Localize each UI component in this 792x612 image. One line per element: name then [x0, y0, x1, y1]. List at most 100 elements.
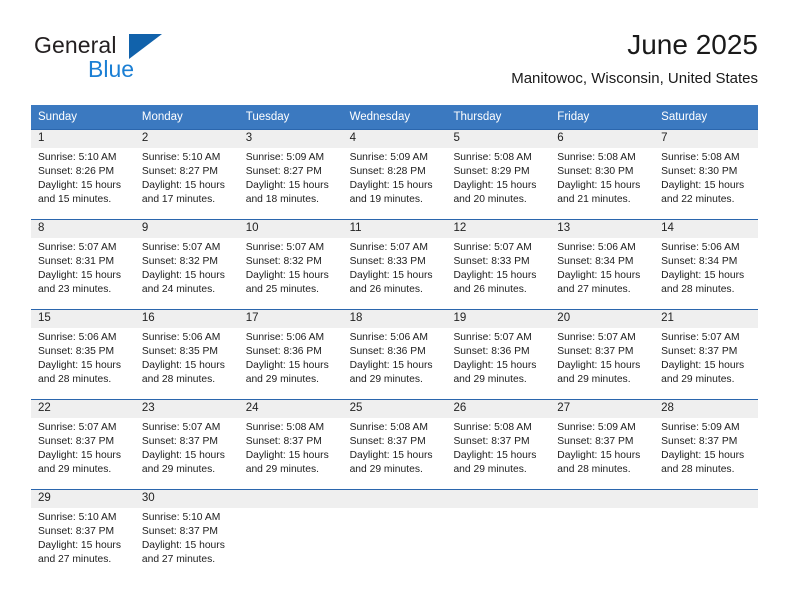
calendar-day-cell[interactable]: 29 Sunrise: 5:10 AM Sunset: 8:37 PM Dayl…	[31, 490, 135, 579]
daylight-text-line2: and 25 minutes.	[245, 284, 319, 295]
daylight-text-line1: Daylight: 15 hours	[349, 360, 433, 371]
general-blue-logo[interactable]: General Blue	[34, 32, 234, 88]
calendar-day-cell[interactable]: 2 Sunrise: 5:10 AM Sunset: 8:27 PM Dayli…	[135, 130, 239, 219]
daylight-text-line1: Daylight: 15 hours	[661, 180, 745, 191]
daylight-text-line2: and 17 minutes.	[141, 194, 216, 205]
sunset-text: Sunset: 8:37 PM	[245, 436, 322, 447]
day-details: Sunrise: 5:06 AM Sunset: 8:36 PM Dayligh…	[246, 331, 339, 387]
sunrise-text: Sunrise: 5:09 AM	[557, 422, 636, 433]
calendar-day-cell[interactable]: 21 Sunrise: 5:07 AM Sunset: 8:37 PM Dayl…	[654, 310, 758, 399]
calendar-week-row: 15 Sunrise: 5:06 AM Sunset: 8:35 PM Dayl…	[31, 309, 758, 399]
sunrise-text: Sunrise: 5:08 AM	[453, 152, 532, 163]
day-number: 4	[349, 132, 356, 144]
sunset-text: Sunset: 8:36 PM	[245, 346, 322, 357]
day-number: 28	[661, 402, 674, 414]
daylight-text-line1: Daylight: 15 hours	[141, 180, 225, 191]
day-details: Sunrise: 5:06 AM Sunset: 8:34 PM Dayligh…	[557, 241, 650, 297]
sunrise-text: Sunrise: 5:08 AM	[349, 422, 428, 433]
calendar-day-cell-empty	[343, 490, 447, 579]
calendar-week-row: 22 Sunrise: 5:07 AM Sunset: 8:37 PM Dayl…	[31, 399, 758, 489]
daylight-text-line2: and 27 minutes.	[141, 554, 216, 565]
day-details: Sunrise: 5:09 AM Sunset: 8:37 PM Dayligh…	[557, 421, 650, 477]
calendar-day-cell[interactable]: 10 Sunrise: 5:07 AM Sunset: 8:32 PM Dayl…	[239, 220, 343, 309]
daylight-text-line2: and 29 minutes.	[38, 464, 112, 475]
day-number: 2	[141, 132, 149, 144]
day-details: Sunrise: 5:08 AM Sunset: 8:37 PM Dayligh…	[350, 421, 443, 477]
sunset-text: Sunset: 8:37 PM	[557, 436, 634, 447]
sunset-text: Sunset: 8:37 PM	[141, 526, 218, 537]
day-number: 16	[141, 312, 155, 324]
day-number: 30	[141, 492, 155, 504]
day-details: Sunrise: 5:07 AM Sunset: 8:37 PM Dayligh…	[661, 331, 754, 387]
calendar-day-cell[interactable]: 23 Sunrise: 5:07 AM Sunset: 8:37 PM Dayl…	[135, 400, 239, 489]
calendar-day-cell[interactable]: 5 Sunrise: 5:08 AM Sunset: 8:29 PM Dayli…	[446, 130, 550, 219]
calendar-day-cell[interactable]: 6 Sunrise: 5:08 AM Sunset: 8:30 PM Dayli…	[550, 130, 654, 219]
sunset-text: Sunset: 8:35 PM	[38, 346, 115, 357]
calendar-day-cell[interactable]: 15 Sunrise: 5:06 AM Sunset: 8:35 PM Dayl…	[31, 310, 135, 399]
sunset-text: Sunset: 8:27 PM	[245, 166, 322, 177]
day-number: 8	[38, 222, 45, 234]
day-number: 9	[141, 222, 149, 234]
day-details: Sunrise: 5:06 AM Sunset: 8:36 PM Dayligh…	[350, 331, 443, 387]
daylight-text-line2: and 23 minutes.	[38, 284, 112, 295]
daylight-text-line2: and 29 minutes.	[141, 464, 216, 475]
day-number: 3	[245, 132, 253, 144]
calendar-day-cell[interactable]: 4 Sunrise: 5:09 AM Sunset: 8:28 PM Dayli…	[343, 130, 447, 219]
daylight-text-line1: Daylight: 15 hours	[245, 180, 329, 191]
day-number	[557, 490, 650, 508]
sunset-text: Sunset: 8:36 PM	[453, 346, 530, 357]
calendar-day-cell[interactable]: 16 Sunrise: 5:06 AM Sunset: 8:35 PM Dayl…	[135, 310, 239, 399]
calendar-week-row: 1 Sunrise: 5:10 AM Sunset: 8:26 PM Dayli…	[31, 129, 758, 219]
daylight-text-line1: Daylight: 15 hours	[141, 540, 225, 551]
day-number	[453, 490, 546, 508]
sunrise-text: Sunrise: 5:07 AM	[141, 422, 221, 433]
day-details: Sunrise: 5:10 AM Sunset: 8:26 PM Dayligh…	[38, 151, 131, 207]
daylight-text-line1: Daylight: 15 hours	[349, 450, 433, 461]
calendar-day-cell[interactable]: 27 Sunrise: 5:09 AM Sunset: 8:37 PM Dayl…	[550, 400, 654, 489]
calendar-day-cell[interactable]: 8 Sunrise: 5:07 AM Sunset: 8:31 PM Dayli…	[31, 220, 135, 309]
calendar-day-cell[interactable]: 30 Sunrise: 5:10 AM Sunset: 8:37 PM Dayl…	[135, 490, 239, 579]
calendar-day-cell[interactable]: 11 Sunrise: 5:07 AM Sunset: 8:33 PM Dayl…	[343, 220, 447, 309]
calendar-day-cell[interactable]: 7 Sunrise: 5:08 AM Sunset: 8:30 PM Dayli…	[654, 130, 758, 219]
calendar-day-cell[interactable]: 25 Sunrise: 5:08 AM Sunset: 8:37 PM Dayl…	[343, 400, 447, 489]
calendar-day-cell[interactable]: 24 Sunrise: 5:08 AM Sunset: 8:37 PM Dayl…	[239, 400, 343, 489]
calendar-day-cell[interactable]: 18 Sunrise: 5:06 AM Sunset: 8:36 PM Dayl…	[343, 310, 447, 399]
day-details: Sunrise: 5:07 AM Sunset: 8:33 PM Dayligh…	[350, 241, 443, 297]
daylight-text-line1: Daylight: 15 hours	[38, 540, 121, 551]
day-number: 20	[557, 312, 571, 324]
sunset-text: Sunset: 8:36 PM	[349, 346, 426, 357]
daylight-text-line1: Daylight: 15 hours	[661, 360, 745, 371]
calendar-day-cell[interactable]: 28 Sunrise: 5:09 AM Sunset: 8:37 PM Dayl…	[654, 400, 758, 489]
title-block: June 2025 Manitowoc, Wisconsin, United S…	[511, 28, 758, 88]
day-number: 1	[38, 132, 45, 144]
daylight-text-line2: and 15 minutes.	[38, 194, 112, 205]
sunset-text: Sunset: 8:32 PM	[141, 256, 218, 267]
day-number	[246, 490, 339, 508]
calendar-day-cell[interactable]: 22 Sunrise: 5:07 AM Sunset: 8:37 PM Dayl…	[31, 400, 135, 489]
calendar-day-cell[interactable]: 26 Sunrise: 5:08 AM Sunset: 8:37 PM Dayl…	[446, 400, 550, 489]
daylight-text-line2: and 22 minutes.	[661, 194, 735, 205]
day-number: 26	[453, 402, 467, 414]
day-details: Sunrise: 5:08 AM Sunset: 8:37 PM Dayligh…	[246, 421, 339, 477]
day-number	[661, 490, 754, 508]
day-details: Sunrise: 5:10 AM Sunset: 8:37 PM Dayligh…	[142, 511, 235, 567]
sunset-text: Sunset: 8:37 PM	[661, 346, 738, 357]
calendar-day-cell[interactable]: 3 Sunrise: 5:09 AM Sunset: 8:27 PM Dayli…	[239, 130, 343, 219]
sunrise-text: Sunrise: 5:07 AM	[557, 332, 636, 343]
calendar-day-cell[interactable]: 17 Sunrise: 5:06 AM Sunset: 8:36 PM Dayl…	[239, 310, 343, 399]
day-number: 13	[557, 222, 571, 234]
calendar-day-cell[interactable]: 19 Sunrise: 5:07 AM Sunset: 8:36 PM Dayl…	[446, 310, 550, 399]
sunset-text: Sunset: 8:30 PM	[557, 166, 634, 177]
daylight-text-line1: Daylight: 15 hours	[557, 360, 641, 371]
daylight-text-line1: Daylight: 15 hours	[38, 270, 121, 281]
calendar-day-cell[interactable]: 20 Sunrise: 5:07 AM Sunset: 8:37 PM Dayl…	[550, 310, 654, 399]
weekday-header-saturday: Saturday	[661, 111, 708, 123]
day-number: 10	[245, 222, 259, 234]
calendar-day-cell[interactable]: 9 Sunrise: 5:07 AM Sunset: 8:32 PM Dayli…	[135, 220, 239, 309]
calendar-day-cell[interactable]: 13 Sunrise: 5:06 AM Sunset: 8:34 PM Dayl…	[550, 220, 654, 309]
weekday-header-row: Sunday Monday Tuesday Wednesday Thursday…	[31, 105, 758, 129]
calendar-day-cell[interactable]: 1 Sunrise: 5:10 AM Sunset: 8:26 PM Dayli…	[31, 130, 135, 219]
calendar-page: General Blue June 2025 Manitowoc, Wiscon…	[0, 0, 792, 612]
calendar-day-cell[interactable]: 12 Sunrise: 5:07 AM Sunset: 8:33 PM Dayl…	[446, 220, 550, 309]
calendar-day-cell[interactable]: 14 Sunrise: 5:06 AM Sunset: 8:34 PM Dayl…	[654, 220, 758, 309]
